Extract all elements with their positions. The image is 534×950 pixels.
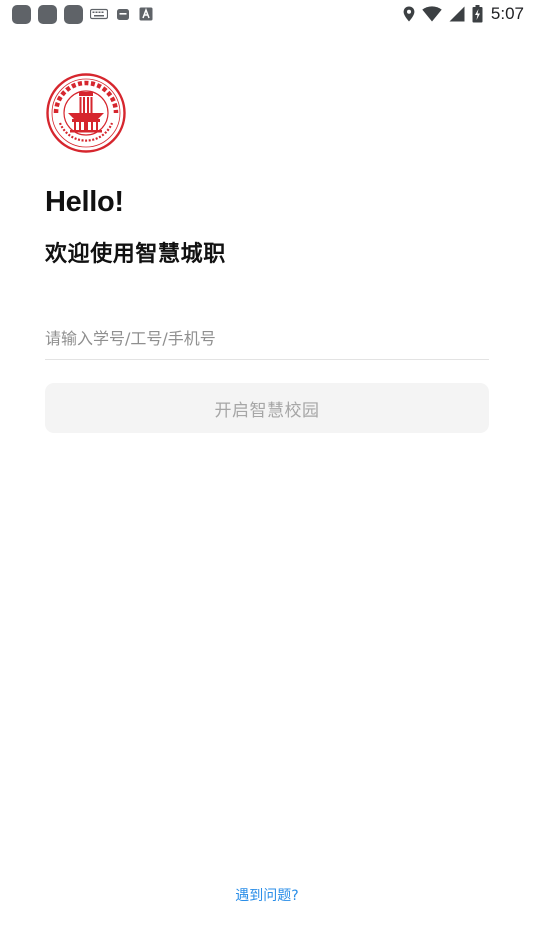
app-notification-icon [12,4,31,24]
system-indicators: 5:07 [396,4,524,24]
account-input[interactable] [45,318,489,359]
app-notification-icon [64,4,83,24]
keyboard-icon [90,8,108,20]
account-field [45,318,489,360]
help-link[interactable]: 遇到问题? [0,885,534,905]
college-seal-icon [46,73,126,153]
wifi-icon [422,6,442,22]
status-time: 5:07 [490,4,524,23]
greeting-title: Hello! [45,186,124,218]
start-smart-campus-button[interactable]: 开启智慧校园 [45,383,489,433]
status-bar: 5:07 [0,0,534,28]
welcome-subtitle: 欢迎使用智慧城职 [45,242,226,267]
android-debug-icon [117,9,129,20]
battery-charging-icon [472,5,483,23]
notification-icons [12,4,153,24]
app-notification-icon [38,4,57,24]
login-screen: 5:07 Hello! 欢迎使用智慧城职 请输入学号/工号/手机号 开启智慧校园… [0,0,534,950]
location-icon [403,6,415,22]
text-a-icon [139,7,153,21]
cellular-signal-icon [449,6,465,22]
